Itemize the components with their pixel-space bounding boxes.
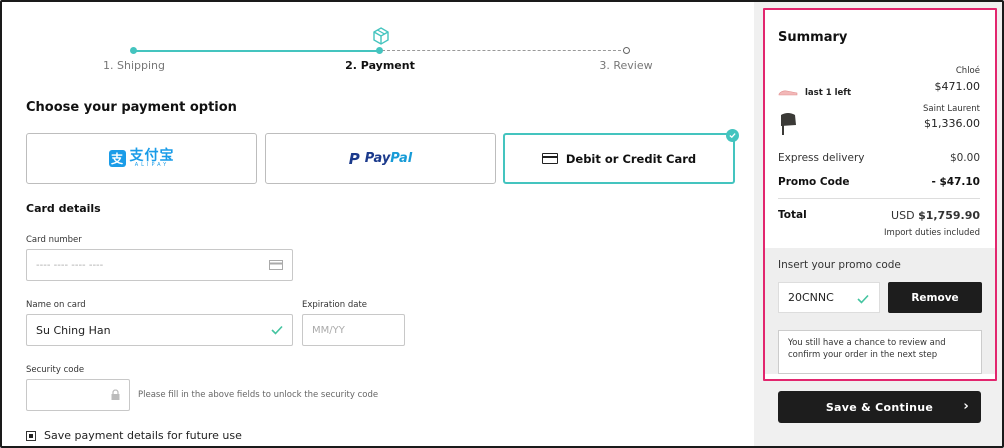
valid-check-icon [271, 325, 283, 335]
alipay-logo: 支 支付宝 ALIPAY [108, 148, 175, 168]
step-payment-label: 2. Payment [345, 59, 415, 72]
card-option[interactable]: Debit or Credit Card [503, 129, 739, 184]
duties-note: Import duties included [884, 228, 980, 238]
shoe-thumbnail [778, 90, 798, 96]
delivery-label: Express delivery [778, 152, 865, 164]
security-code-label: Security code [26, 365, 85, 375]
promo-code-input[interactable]: 20CNNC [778, 282, 880, 313]
save-continue-button[interactable]: Save & Continue › [778, 391, 981, 423]
step-review-dot [623, 47, 630, 54]
step-shipping-dot [130, 47, 137, 54]
security-code-input[interactable] [26, 379, 130, 411]
save-continue-label: Save & Continue [825, 400, 934, 414]
alipay-option[interactable]: 支 支付宝 ALIPAY [26, 133, 257, 184]
step-shipping-label[interactable]: 1. Shipping [103, 59, 165, 72]
package-icon [373, 27, 389, 45]
payment-panel: 1. Shipping 2. Payment 3. Review Choose … [2, 2, 754, 446]
total-amount: $1,759.90 [918, 209, 980, 222]
promo-section: Insert your promo code 20CNNC Remove You… [765, 248, 995, 374]
paypal-icon: P [348, 149, 360, 168]
name-on-card-label: Name on card [26, 300, 86, 310]
total-label: Total [778, 209, 807, 221]
save-details-checkbox[interactable] [26, 430, 36, 441]
selected-check-icon [726, 129, 739, 142]
promo-code-label: Promo Code [778, 176, 850, 188]
total-currency: USD [891, 209, 915, 222]
order-summary: Summary Chloé last 1 left $471.00 Saint … [763, 8, 997, 381]
item-stock-note: last 1 left [805, 88, 852, 98]
name-on-card-value: Su Ching Han [36, 323, 111, 337]
step-review-label: 3. Review [599, 59, 653, 72]
card-option-label: Debit or Credit Card [565, 151, 697, 166]
alipay-icon: 支 [108, 150, 126, 167]
summary-title: Summary [778, 30, 848, 45]
card-number-input[interactable]: ---- ---- ---- ---- [26, 249, 293, 281]
divider [778, 198, 980, 199]
step-progress-line [134, 50, 380, 52]
card-number-placeholder: ---- ---- ---- ---- [36, 259, 104, 271]
item-price: $1,336.00 [924, 117, 980, 130]
name-on-card-input[interactable]: Su Ching Han [26, 314, 293, 346]
card-details-heading: Card details [26, 202, 101, 215]
credit-card-icon [541, 153, 558, 164]
paypal-pay: Pay [364, 151, 391, 166]
item-brand: Saint Laurent [923, 104, 980, 114]
expiration-placeholder: MM/YY [312, 324, 345, 336]
lock-icon [111, 389, 120, 400]
card-number-label: Card number [26, 235, 82, 245]
item-brand: Chloé [955, 66, 980, 76]
chevron-right-icon: › [963, 399, 969, 414]
paypal-option[interactable]: P PayPal [265, 133, 496, 184]
save-details-checkbox-row[interactable]: Save payment details for future use [26, 429, 242, 442]
step-payment-dot [376, 47, 383, 54]
paypal-pal: Pal [390, 151, 413, 166]
alipay-cn: 支付宝 [129, 148, 175, 164]
promo-input-label: Insert your promo code [778, 259, 901, 271]
review-note: You still have a chance to review and co… [778, 330, 982, 374]
promo-discount-value: - $47.10 [931, 176, 980, 188]
promo-code-value: 20CNNC [788, 291, 834, 304]
step-pending-line [382, 50, 626, 51]
delivery-value: $0.00 [949, 152, 980, 164]
checkout-window: 1. Shipping 2. Payment 3. Review Choose … [0, 0, 1004, 448]
bag-thumbnail [781, 113, 796, 135]
expiration-label: Expiration date [302, 300, 368, 310]
paypal-logo: P PayPal [349, 150, 412, 168]
alipay-en: ALIPAY [134, 162, 170, 168]
remove-promo-button[interactable]: Remove [888, 282, 982, 313]
item-price: $471.00 [934, 80, 981, 93]
payment-title: Choose your payment option [26, 100, 237, 115]
total-value: USD $1,759.90 [891, 209, 980, 222]
expiration-input[interactable]: MM/YY [302, 314, 405, 346]
valid-check-icon [857, 294, 869, 304]
card-icon [269, 260, 283, 270]
save-details-label: Save payment details for future use [44, 429, 242, 442]
security-hint: Please fill in the above fields to unloc… [138, 390, 379, 400]
